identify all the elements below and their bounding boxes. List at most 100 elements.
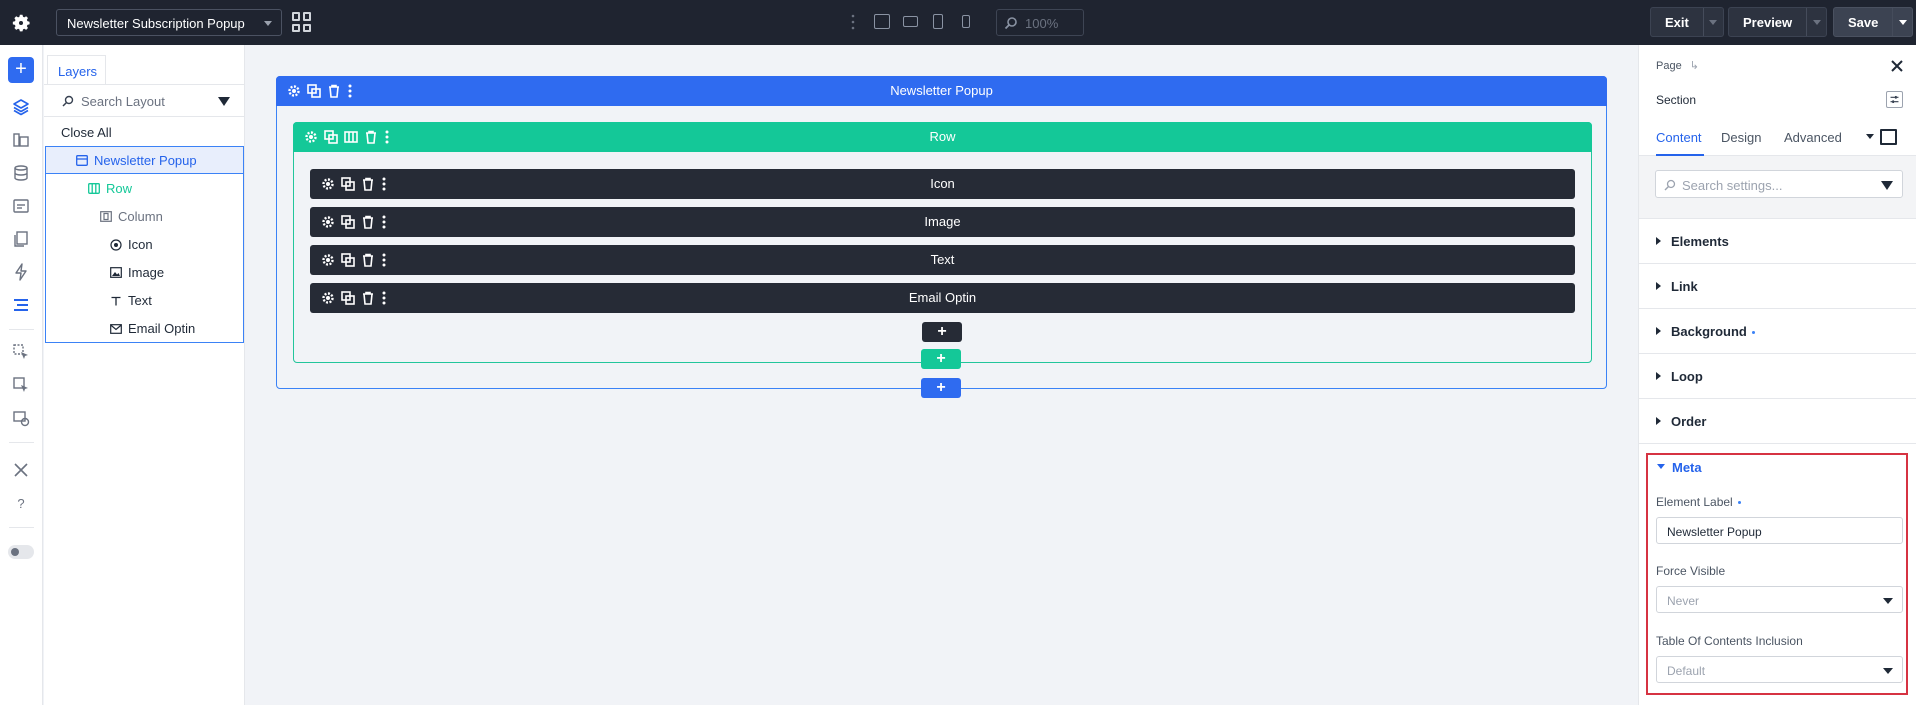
layer-item-column[interactable]: Column xyxy=(46,203,243,230)
row-block[interactable]: Row Icon Image Text Email Optin + xyxy=(293,122,1592,363)
duplicate-icon[interactable] xyxy=(324,130,338,144)
group-link[interactable]: Link xyxy=(1639,264,1916,309)
layer-item-icon[interactable]: Icon xyxy=(46,231,243,258)
more-vertical-icon[interactable] xyxy=(384,130,390,144)
settings-search-input[interactable]: Search settings... xyxy=(1655,170,1903,198)
click-icon[interactable] xyxy=(12,343,30,361)
breadcrumb-page[interactable]: Page xyxy=(1656,60,1682,72)
add-section-button[interactable]: + xyxy=(921,378,961,398)
outline-icon[interactable] xyxy=(12,296,30,314)
svg-text:?: ? xyxy=(17,496,24,511)
close-icon[interactable] xyxy=(1890,59,1904,73)
tools-icon[interactable] xyxy=(12,461,30,479)
grid-icon[interactable] xyxy=(292,12,312,32)
breadcrumb[interactable]: Page ↳ xyxy=(1656,59,1699,72)
delete-icon[interactable] xyxy=(361,291,375,305)
columns-icon[interactable] xyxy=(344,130,358,144)
more-vertical-icon[interactable] xyxy=(347,84,353,98)
layers-icon[interactable] xyxy=(12,98,30,116)
preview-dropdown-toggle[interactable] xyxy=(1806,8,1826,36)
add-module-button[interactable]: + xyxy=(922,322,962,342)
tablet-portrait-icon[interactable] xyxy=(933,14,943,29)
settings-gear-icon[interactable] xyxy=(321,253,335,267)
delete-icon[interactable] xyxy=(364,130,378,144)
layer-item-email-optin[interactable]: Email Optin xyxy=(46,315,243,342)
filter-icon[interactable] xyxy=(1881,181,1893,190)
duplicate-icon[interactable] xyxy=(341,291,355,305)
exit-dropdown-toggle[interactable] xyxy=(1702,8,1723,36)
module-icon-block[interactable]: Icon xyxy=(310,169,1575,199)
save-button[interactable]: Save xyxy=(1833,7,1914,37)
settings-gear-icon[interactable] xyxy=(321,177,335,191)
delete-icon[interactable] xyxy=(361,177,375,191)
more-vertical-icon[interactable] xyxy=(381,253,387,267)
group-elements[interactable]: Elements xyxy=(1639,219,1916,264)
add-row-button[interactable]: + xyxy=(921,349,961,369)
close-all-link[interactable]: Close All xyxy=(61,125,112,140)
help-icon[interactable]: ? xyxy=(12,494,30,512)
settings-gear-icon[interactable] xyxy=(304,130,318,144)
layer-item-row[interactable]: Row xyxy=(46,175,243,202)
module-text-block[interactable]: Text xyxy=(310,245,1575,275)
delete-icon[interactable] xyxy=(361,215,375,229)
template-icon[interactable] xyxy=(12,197,30,215)
chevron-down-icon[interactable] xyxy=(1866,134,1874,139)
exit-button[interactable]: Exit xyxy=(1650,7,1724,37)
more-vertical-icon[interactable] xyxy=(381,291,387,305)
layers-search[interactable]: Search Layout xyxy=(44,85,244,117)
more-vertical-icon[interactable] xyxy=(381,215,387,229)
group-label: Link xyxy=(1671,279,1698,294)
settings-gear-icon[interactable] xyxy=(321,215,335,229)
settings-gear-icon[interactable] xyxy=(287,84,301,98)
tablet-landscape-icon[interactable] xyxy=(903,16,918,27)
document-title: Newsletter Subscription Popup xyxy=(67,16,245,31)
more-vertical-icon[interactable] xyxy=(381,177,387,191)
save-dropdown-toggle[interactable] xyxy=(1892,8,1912,36)
mode-toggle[interactable] xyxy=(8,545,34,559)
layer-item-section[interactable]: Newsletter Popup xyxy=(46,147,243,174)
database-icon[interactable] xyxy=(12,164,30,182)
meta-toggle[interactable]: Meta xyxy=(1672,460,1702,475)
layer-item-text[interactable]: Text xyxy=(46,287,243,314)
group-order[interactable]: Order xyxy=(1639,399,1916,444)
document-select[interactable]: Newsletter Subscription Popup xyxy=(56,9,282,36)
tab-design[interactable]: Design xyxy=(1721,130,1761,145)
square-icon[interactable] xyxy=(1880,129,1897,145)
section-block[interactable]: Newsletter Popup Row Icon Image Text Ema… xyxy=(276,76,1607,389)
filter-icon[interactable] xyxy=(218,97,230,106)
section-header[interactable]: Newsletter Popup xyxy=(276,76,1607,106)
pages-icon[interactable] xyxy=(12,230,30,248)
zoom-field[interactable]: 100% xyxy=(996,9,1084,36)
duplicate-icon[interactable] xyxy=(341,253,355,267)
library-icon[interactable] xyxy=(12,131,30,149)
drag-handle-icon xyxy=(851,14,855,30)
phone-view-icon[interactable] xyxy=(962,15,970,28)
tab-advanced[interactable]: Advanced xyxy=(1784,130,1842,145)
desktop-view-icon[interactable] xyxy=(874,14,890,29)
settings-gear-icon[interactable] xyxy=(321,291,335,305)
force-visible-select[interactable]: Never xyxy=(1656,586,1903,613)
duplicate-icon[interactable] xyxy=(341,215,355,229)
element-label-input[interactable]: Newsletter Popup xyxy=(1656,517,1903,544)
chevron-down-icon[interactable] xyxy=(1657,464,1665,469)
tab-content[interactable]: Content xyxy=(1656,130,1702,145)
group-loop[interactable]: Loop xyxy=(1639,354,1916,399)
module-image-block[interactable]: Image xyxy=(310,207,1575,237)
duplicate-icon[interactable] xyxy=(341,177,355,191)
toc-inclusion-select[interactable]: Default xyxy=(1656,656,1903,683)
sliders-icon[interactable] xyxy=(1886,91,1903,108)
add-element-button[interactable]: + xyxy=(8,57,34,83)
duplicate-icon[interactable] xyxy=(307,84,321,98)
row-header[interactable]: Row xyxy=(293,122,1592,152)
delete-icon[interactable] xyxy=(327,84,341,98)
hover-icon[interactable] xyxy=(12,376,30,394)
lightning-icon[interactable] xyxy=(12,263,30,281)
tab-layers[interactable]: Layers xyxy=(47,55,106,85)
settings-gear-icon[interactable] xyxy=(10,12,32,34)
preview-button[interactable]: Preview xyxy=(1728,7,1828,37)
layer-item-image[interactable]: Image xyxy=(46,259,243,286)
group-background[interactable]: Background xyxy=(1639,309,1916,354)
delete-icon[interactable] xyxy=(361,253,375,267)
responsive-icon[interactable] xyxy=(12,409,30,427)
module-email-optin-block[interactable]: Email Optin xyxy=(310,283,1575,313)
